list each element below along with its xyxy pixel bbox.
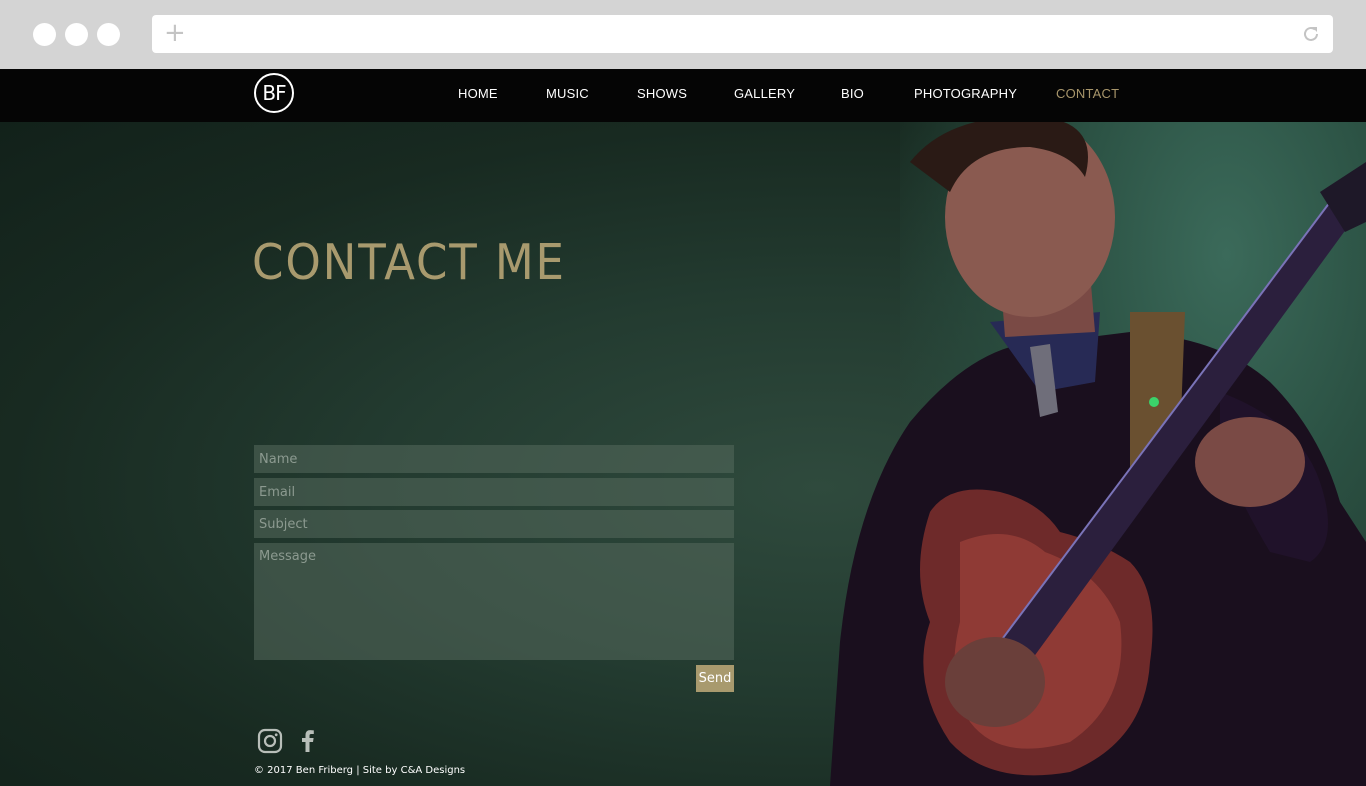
send-button[interactable]: Send xyxy=(696,665,734,692)
window-minimize-dot[interactable] xyxy=(65,23,88,46)
guitarist-photo xyxy=(830,122,1366,786)
facebook-icon[interactable] xyxy=(295,728,321,754)
subject-input[interactable] xyxy=(254,510,734,538)
reload-icon[interactable] xyxy=(1301,24,1321,44)
page-title: CONTACT ME xyxy=(252,234,566,291)
instagram-icon[interactable] xyxy=(257,728,283,754)
address-bar[interactable]: + xyxy=(152,15,1333,53)
contact-section: CONTACT ME Send © 2017 Ben Friberg | Sit… xyxy=(0,122,1366,786)
site-logo[interactable]: BF xyxy=(254,73,294,113)
nav-item-home[interactable]: HOME xyxy=(458,86,498,101)
nav-item-bio[interactable]: BIO xyxy=(841,86,864,101)
site-nav: BF HOME MUSIC SHOWS GALLERY BIO PHOTOGRA… xyxy=(0,69,1366,122)
message-textarea[interactable] xyxy=(254,543,734,660)
nav-item-gallery[interactable]: GALLERY xyxy=(734,86,795,101)
email-input[interactable] xyxy=(254,478,734,506)
window-maximize-dot[interactable] xyxy=(97,23,120,46)
plus-icon[interactable]: + xyxy=(164,20,186,46)
name-input[interactable] xyxy=(254,445,734,473)
nav-item-contact[interactable]: CONTACT xyxy=(1056,86,1119,101)
copyright-text: © 2017 Ben Friberg | Site by C&A Designs xyxy=(254,765,466,776)
nav-item-music[interactable]: MUSIC xyxy=(546,86,589,101)
nav-item-shows[interactable]: SHOWS xyxy=(637,86,687,101)
browser-chrome: + xyxy=(0,0,1366,69)
window-close-dot[interactable] xyxy=(33,23,56,46)
nav-item-photography[interactable]: PHOTOGRAPHY xyxy=(914,86,1017,101)
